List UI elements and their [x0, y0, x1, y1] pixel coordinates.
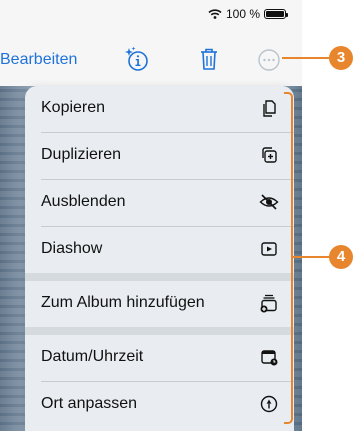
callout-badge-menu: 4	[329, 245, 353, 269]
menu-item-label: Datum/Uhrzeit	[41, 348, 144, 365]
menu-item-label: Zum Album hinzufügen	[41, 294, 205, 311]
menu-section-gap	[25, 327, 294, 335]
menu-item-copy[interactable]: Kopieren	[25, 86, 294, 132]
menu-item-label: Diashow	[41, 240, 103, 257]
wifi-icon	[208, 9, 222, 19]
edit-button[interactable]: Bearbeiten	[0, 51, 77, 69]
battery-percentage: 100 %	[225, 7, 260, 21]
hide-icon	[259, 194, 279, 210]
menu-section-gap	[25, 273, 294, 281]
menu-item-hide[interactable]: Ausblenden	[25, 180, 294, 226]
slideshow-icon	[261, 242, 277, 256]
toolbar: Bearbeiten	[0, 26, 302, 86]
info-sparkle-icon[interactable]	[124, 46, 150, 72]
menu-item-label: Duplizieren	[41, 146, 122, 163]
more-options-icon[interactable]	[257, 48, 281, 72]
callout-line-menu	[293, 256, 330, 258]
date-time-icon	[261, 350, 278, 366]
context-menu: Kopieren Duplizieren Ausblenden Diashow …	[25, 86, 294, 431]
callout-bracket-menu	[284, 92, 293, 424]
adjust-location-icon	[260, 395, 278, 413]
battery-icon	[264, 9, 288, 19]
callout-badge-more: 3	[329, 46, 353, 70]
callout-line-more	[282, 57, 330, 59]
copy-icon	[263, 100, 276, 117]
menu-item-slideshow[interactable]: Diashow	[25, 227, 294, 273]
menu-item-label: Ort anpassen	[41, 395, 138, 412]
add-to-album-icon	[260, 294, 277, 313]
menu-item-duplicate[interactable]: Duplizieren	[25, 133, 294, 179]
status-bar: 100 %	[0, 0, 302, 26]
menu-item-label: Kopieren	[41, 99, 106, 116]
menu-item-adjust-location[interactable]: Ort anpassen	[25, 382, 294, 428]
ipad-screen: 100 % Bearbeiten Kopieren Duplizieren Au…	[0, 0, 302, 431]
trash-icon[interactable]	[196, 46, 222, 72]
status-right: 100 %	[208, 7, 288, 21]
menu-item-label: Ausblenden	[41, 193, 126, 210]
menu-item-date-time[interactable]: Datum/Uhrzeit	[25, 335, 294, 381]
duplicate-icon	[262, 147, 277, 163]
menu-item-add-to-album[interactable]: Zum Album hinzufügen	[25, 281, 294, 327]
